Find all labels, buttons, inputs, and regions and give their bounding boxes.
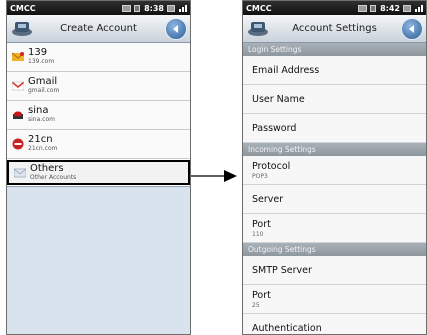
account-name: Gmail <box>28 76 58 87</box>
account-domain: sina.com <box>28 116 55 123</box>
section-header-login: Login Settings <box>243 43 426 56</box>
setting-label: Authentication <box>252 322 322 334</box>
envelope-139-icon <box>11 51 24 64</box>
status-bar: CMCC 8:42 <box>243 1 426 15</box>
section-header-incoming: Incoming Settings <box>243 143 426 156</box>
account-domain: 139.com <box>28 58 55 65</box>
account-name: 139 <box>28 47 48 58</box>
sina-icon <box>11 109 24 122</box>
carrier-label: CMCC <box>246 3 272 13</box>
account-name: sina <box>28 105 49 116</box>
sim-icon <box>167 4 175 12</box>
create-account-screen: CMCC 8:38 Create Account 139 139.com Gma… <box>6 0 191 335</box>
account-domain: gmail.com <box>28 87 60 94</box>
section-header-outgoing: Outgoing Settings <box>243 243 426 256</box>
setting-label: Port <box>252 289 271 301</box>
back-arrow-icon <box>409 25 414 33</box>
usb-icon <box>370 4 377 12</box>
account-name: 21cn <box>28 134 53 145</box>
back-button[interactable] <box>165 18 187 40</box>
setting-email-address[interactable]: Email Address <box>243 56 426 85</box>
setting-authentication[interactable]: Authentication <box>243 314 426 334</box>
account-item-sina[interactable]: sina sina.com <box>7 101 190 130</box>
usb-icon <box>134 4 141 12</box>
page-title: Create Account <box>60 23 137 34</box>
clock: 8:38 <box>144 3 164 13</box>
account-domain: Other Accounts <box>30 173 77 181</box>
setting-label: Password <box>252 122 297 134</box>
signal-icon <box>414 4 423 12</box>
carrier-label: CMCC <box>10 3 36 13</box>
transition-arrow <box>191 170 237 182</box>
account-item-21cn[interactable]: 21cn 21cn.com <box>7 130 190 159</box>
setting-label: Port <box>252 218 271 230</box>
setting-label: Server <box>252 193 284 205</box>
setting-value: 110 <box>252 230 264 238</box>
setting-smtp-server[interactable]: SMTP Server <box>243 256 426 285</box>
account-settings-screen: CMCC 8:42 Account Settings Login Setting… <box>242 0 427 335</box>
account-item-gmail[interactable]: Gmail gmail.com <box>7 72 190 101</box>
mail-app-icon <box>248 22 268 36</box>
back-arrow-icon <box>173 25 178 33</box>
setting-label: Email Address <box>252 64 320 76</box>
account-domain: 21cn.com <box>28 145 58 152</box>
setting-value: 25 <box>252 301 260 309</box>
setting-value: POP3 <box>252 172 268 180</box>
setting-password[interactable]: Password <box>243 114 426 143</box>
envelope-icon <box>13 166 26 179</box>
setting-label: User Name <box>252 93 305 105</box>
title-bar: Account Settings <box>243 15 426 43</box>
title-bar: Create Account <box>7 15 190 43</box>
gmail-icon <box>11 80 24 93</box>
setting-label: SMTP Server <box>252 264 312 276</box>
signal-icon <box>178 4 187 12</box>
setting-label: Protocol <box>252 160 291 172</box>
account-item-others[interactable]: Others Other Accounts <box>7 160 190 185</box>
battery-icon <box>358 4 368 12</box>
clock: 8:42 <box>380 3 400 13</box>
setting-incoming-port[interactable]: Port 110 <box>243 214 426 243</box>
empty-area <box>7 189 190 334</box>
battery-icon <box>122 4 132 12</box>
list-divider <box>7 186 190 187</box>
status-bar: CMCC 8:38 <box>7 1 190 15</box>
setting-protocol[interactable]: Protocol POP3 <box>243 156 426 185</box>
21cn-icon <box>11 138 24 151</box>
setting-user-name[interactable]: User Name <box>243 85 426 114</box>
account-type-list: 139 139.com Gmail gmail.com sina sina.co… <box>7 43 190 187</box>
back-button[interactable] <box>401 18 423 40</box>
page-title: Account Settings <box>292 23 377 34</box>
setting-server[interactable]: Server <box>243 185 426 214</box>
account-item-139[interactable]: 139 139.com <box>7 43 190 72</box>
setting-outgoing-port[interactable]: Port 25 <box>243 285 426 314</box>
sim-icon <box>403 4 411 12</box>
mail-app-icon <box>12 22 32 36</box>
account-name: Others <box>30 162 64 174</box>
